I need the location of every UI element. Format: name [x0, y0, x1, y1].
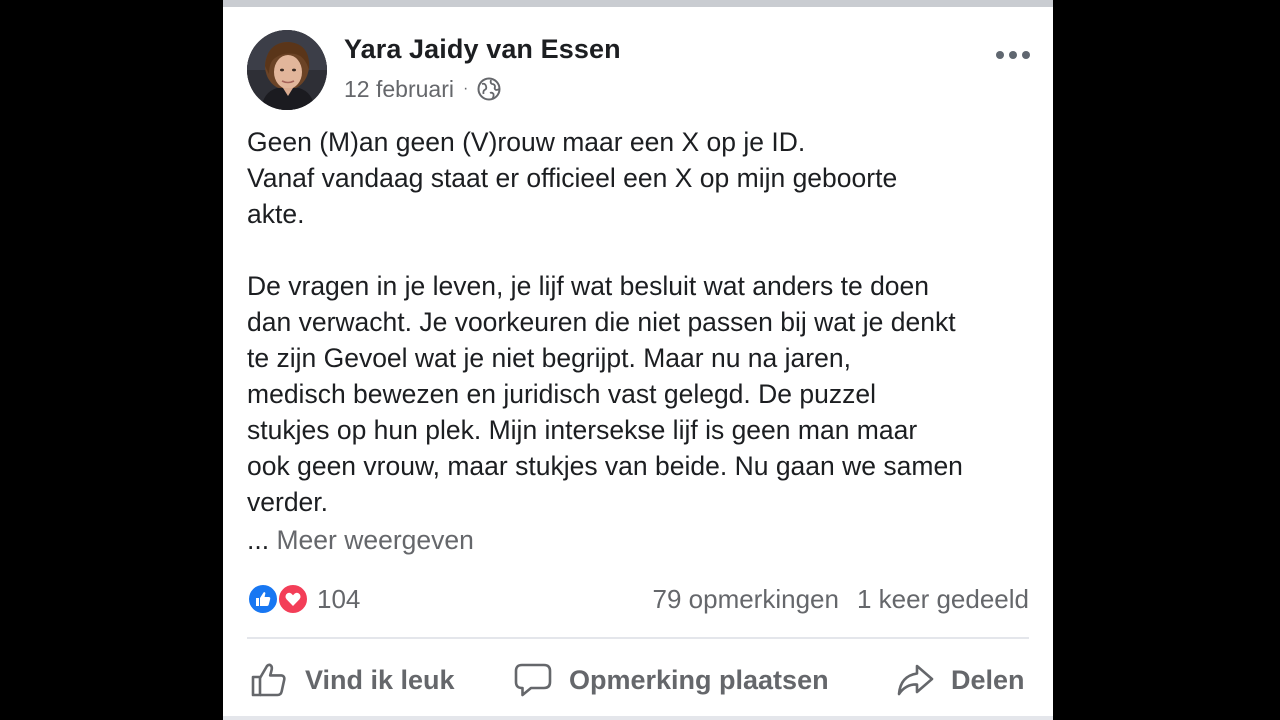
comment-share-stats: 79 opmerkingen 1 keer gedeeld [653, 580, 1030, 618]
post-line: dan verwacht. Je voorkeuren die niet pas… [247, 307, 956, 337]
speech-bubble-icon [513, 660, 553, 700]
card-bottom-edge [223, 716, 1053, 720]
author-name[interactable]: Yara Jaidy van Essen [344, 34, 621, 65]
post-line: akte. [247, 199, 305, 229]
shares-count[interactable]: 1 keer gedeeld [857, 584, 1029, 615]
globe-icon[interactable] [476, 76, 502, 102]
post-card: Yara Jaidy van Essen 12 februari · Geen … [223, 0, 1053, 720]
comment-button[interactable]: Opmerking plaatsen [513, 650, 829, 710]
post-line: Vanaf vandaag staat er officieel een X o… [247, 163, 898, 193]
post-line: stukjes op hun plek. Mijn intersekse lij… [247, 415, 918, 445]
author-avatar[interactable] [247, 30, 327, 110]
share-button[interactable]: Delen [895, 650, 1025, 710]
share-arrow-icon [895, 660, 935, 700]
action-bar: Vind ik leuk Opmerking plaatsen Delen [247, 650, 1029, 710]
post-line: De vragen in je leven, je lijf wat beslu… [247, 271, 930, 301]
like-button[interactable]: Vind ik leuk [249, 650, 455, 710]
comment-button-label: Opmerking plaatsen [569, 664, 829, 695]
post-line: verder. [247, 487, 329, 517]
engagement-stats: 104 79 opmerkingen 1 keer gedeeld [247, 580, 1029, 618]
love-reaction-icon [277, 583, 309, 615]
post-date[interactable]: 12 februari [344, 76, 454, 103]
actions-divider [247, 637, 1029, 639]
meta-separator: · [462, 80, 469, 97]
see-more-ellipsis: ... [247, 525, 270, 555]
avatar-image [247, 30, 327, 110]
more-options-button[interactable] [993, 42, 1033, 68]
post-line: medisch bewezen en juridisch vast gelegd… [247, 379, 876, 409]
share-button-label: Delen [951, 664, 1025, 695]
post-line: ook geen vrouw, maar stukjes van beide. … [247, 451, 963, 481]
post-body: Geen (M)an geen (V)rouw maar een X op je… [247, 124, 1037, 520]
reaction-count: 104 [317, 583, 361, 614]
see-more-link[interactable]: Meer weergeven [276, 525, 473, 555]
screenshot-stage: Yara Jaidy van Essen 12 februari · Geen … [0, 0, 1280, 720]
thumbs-up-icon [249, 660, 289, 700]
reactions-summary[interactable]: 104 [247, 580, 360, 618]
post-meta: 12 februari · [344, 74, 502, 104]
comments-count[interactable]: 79 opmerkingen [653, 584, 839, 615]
see-more-row: ... Meer weergeven [247, 522, 474, 558]
like-button-label: Vind ik leuk [305, 664, 455, 695]
like-reaction-icon [247, 583, 279, 615]
card-top-edge [223, 0, 1053, 7]
post-line: Geen (M)an geen (V)rouw maar een X op je… [247, 127, 806, 157]
post-line: te zijn Gevoel wat je niet begrijpt. Maa… [247, 343, 851, 373]
ellipsis-icon [996, 51, 1030, 59]
